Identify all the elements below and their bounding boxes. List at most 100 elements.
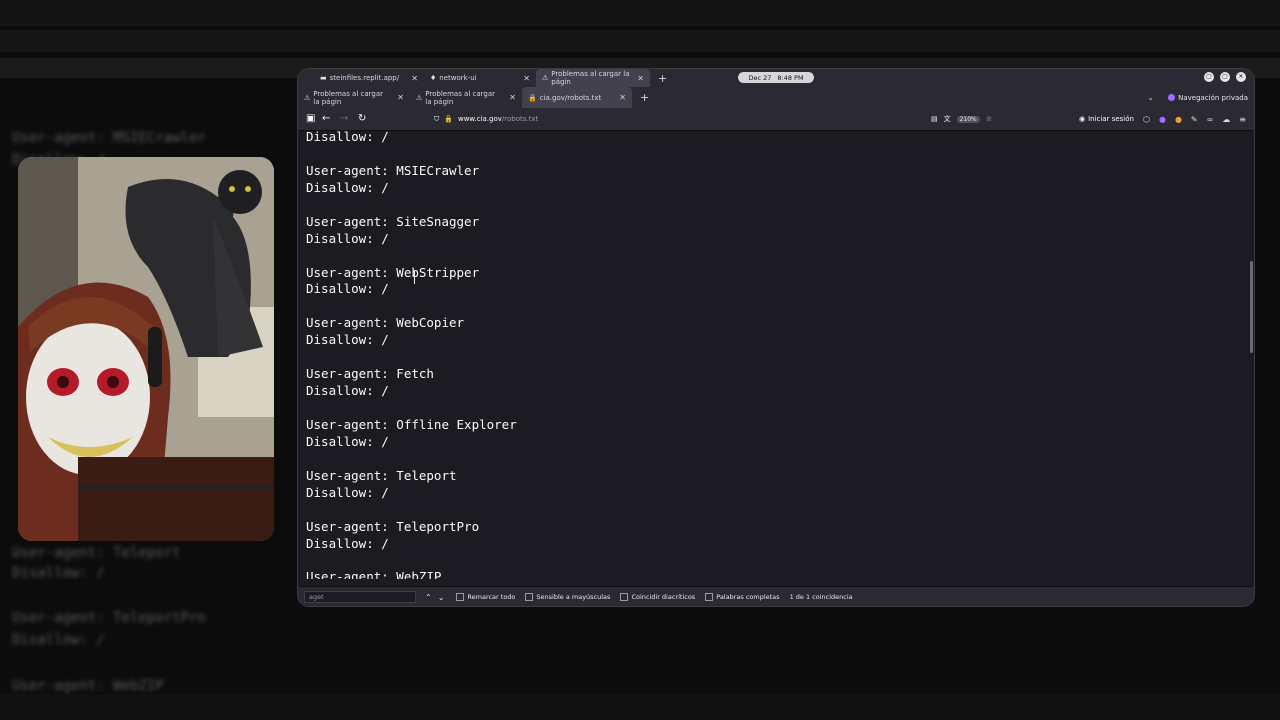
tab-replit[interactable]: ▬ steinfiles.replit.app/ ✕: [298, 69, 424, 87]
tab-problemas[interactable]: ⚠ Problemas al cargar la págin ✕: [536, 69, 650, 87]
checkbox[interactable]: [525, 593, 534, 601]
extension-purple-icon[interactable]: ●: [1159, 115, 1166, 124]
menu-icon[interactable]: ≡: [1239, 115, 1246, 124]
reload-button[interactable]: ↻: [358, 108, 366, 130]
clock-date: Dec 27: [748, 73, 772, 82]
zoom-level[interactable]: 210%: [956, 115, 980, 123]
checkbox[interactable]: [620, 593, 629, 601]
tab-label: steinfiles.replit.app/: [329, 74, 400, 82]
extension-cloud-icon[interactable]: ☁: [1222, 115, 1230, 124]
robots-line: User-agent: Teleport: [306, 467, 457, 483]
clock: Dec 27 8:48 PM: [738, 72, 814, 83]
background-taskbar: [0, 694, 1280, 720]
new-tab-button[interactable]: +: [650, 72, 675, 85]
clock-time: 8:48 PM: [777, 73, 804, 82]
url-bar[interactable]: ⛉ 🔒 www.cia.gov/robots.txt ▤ 文 210% ☆: [426, 111, 996, 127]
toolbar-right: ◉ Iniciar sesión ⬡ ● ● ✎ ∞ ☁ ≡: [1079, 108, 1246, 130]
background-text-line: User-agent: Teleport: [12, 545, 181, 561]
close-icon[interactable]: ✕: [503, 93, 516, 102]
highlight-all-option[interactable]: Remarcar todo: [456, 593, 515, 601]
robots-line: Disallow: /: [306, 281, 389, 297]
tab-robots[interactable]: 🔒 cia.gov/robots.txt ✕: [522, 87, 632, 108]
extension-link-icon[interactable]: ∞: [1207, 115, 1214, 124]
close-icon[interactable]: ✕: [405, 74, 418, 83]
minimize-icon[interactable]: ▢: [1220, 72, 1230, 82]
lock-icon: 🔒: [444, 115, 453, 123]
chevron-down-icon[interactable]: ⌄: [1147, 87, 1154, 108]
option-label: Remarcar todo: [467, 593, 516, 601]
pin-icon: ♦: [430, 74, 437, 82]
option-label: Coincidir diacríticos: [631, 593, 696, 601]
private-browsing-indicator: Navegación privada: [1168, 87, 1248, 108]
checkbox[interactable]: [705, 593, 714, 601]
tab-network-ui[interactable]: ♦ network-ui ✕: [424, 69, 536, 87]
extension-puzzle-icon[interactable]: ✎: [1191, 115, 1198, 124]
new-tab-button[interactable]: +: [632, 91, 657, 104]
checkbox[interactable]: [456, 593, 465, 601]
sidebar-icon[interactable]: ▣: [306, 108, 315, 130]
tab-problemas-2[interactable]: ⚠ Problemas al cargar la págin ✕: [410, 87, 522, 108]
back-button[interactable]: ←: [322, 108, 330, 130]
secondary-tab-strip: ▬ steinfiles.replit.app/ ✕ ♦ network-ui …: [298, 69, 1254, 87]
background-topbar: [0, 0, 1280, 26]
tab-label: Problemas al cargar la págin: [313, 89, 384, 106]
background-tabbar: [0, 30, 1280, 52]
tab-label: Problemas al cargar la págin: [551, 70, 630, 86]
match-count: 1 de 1 coincidencia: [789, 593, 853, 601]
url-host: www.cia.gov: [457, 115, 502, 123]
extensions-icon[interactable]: ⬡: [1143, 115, 1150, 124]
option-label: Palabras completas: [716, 593, 780, 601]
text-cursor: [414, 271, 415, 284]
navigation-toolbar: ▣ ← → ↻ ⛉ 🔒 www.cia.gov/robots.txt ▤ 文 2…: [298, 108, 1254, 131]
warning-icon: ⚠: [542, 74, 549, 82]
window-controls: ▢ ▢ ✕: [1204, 72, 1246, 82]
webcam-overlay: [18, 157, 274, 541]
reader-view-icon[interactable]: ▤: [931, 115, 938, 123]
robots-line: User-agent: WebZIP: [306, 569, 442, 579]
tab-problemas-1[interactable]: ⚠ Problemas al cargar la págin ✕: [298, 87, 410, 108]
robots-line: User-agent: WebStripper: [306, 264, 480, 280]
robots-line: Disallow: /: [306, 433, 389, 449]
find-bar: aget ⌃ ⌄ Remarcar todo Sensible a mayúsc…: [298, 586, 1254, 606]
warning-icon: ⚠: [416, 93, 423, 102]
robots-line: Disallow: /: [306, 131, 389, 144]
tab-strip: ⚠ Problemas al cargar la págin ✕ ⚠ Probl…: [298, 87, 1254, 108]
bookmark-star-icon[interactable]: ☆: [986, 115, 992, 123]
background-text-line: Disallow: /: [12, 565, 105, 581]
forward-button[interactable]: →: [340, 108, 348, 130]
private-label: Navegación privada: [1178, 93, 1248, 102]
scrollbar-thumb[interactable]: [1250, 261, 1253, 353]
close-icon[interactable]: ✕: [517, 74, 530, 83]
translate-icon[interactable]: 文: [944, 114, 951, 124]
extension-orange-icon[interactable]: ●: [1175, 115, 1182, 124]
robots-line: User-agent: MSIECrawler: [306, 162, 480, 178]
tab-label: Problemas al cargar la págin: [425, 89, 496, 106]
match-diacritics-option[interactable]: Coincidir diacríticos: [620, 593, 695, 601]
restore-icon[interactable]: ▢: [1204, 72, 1214, 82]
lock-icon: 🔒: [528, 93, 537, 102]
close-window-icon[interactable]: ✕: [1236, 72, 1246, 82]
background-text-line: User-agent: WebZIP: [12, 678, 164, 694]
robots-line: Disallow: /: [306, 535, 389, 551]
close-icon[interactable]: ✕: [631, 74, 644, 83]
option-label: Sensible a mayúsculas: [536, 593, 611, 601]
close-icon[interactable]: ✕: [613, 93, 626, 102]
robots-line: User-agent: Fetch: [306, 366, 434, 382]
login-button[interactable]: ◉ Iniciar sesión: [1079, 115, 1134, 123]
close-icon[interactable]: ✕: [391, 93, 404, 102]
find-next-icon[interactable]: ⌄: [438, 593, 445, 602]
robots-line: Disallow: /: [306, 383, 389, 399]
whole-words-option[interactable]: Palabras completas: [705, 593, 780, 601]
robots-line: Disallow: /: [306, 179, 389, 195]
find-previous-icon[interactable]: ⌃: [425, 593, 432, 602]
webcam-image: [18, 157, 274, 541]
find-input[interactable]: aget: [304, 591, 416, 603]
robots-line: Disallow: /: [306, 230, 389, 246]
match-case-option[interactable]: Sensible a mayúsculas: [525, 593, 610, 601]
background-text-line: User-agent: TeleportPro: [12, 610, 206, 626]
